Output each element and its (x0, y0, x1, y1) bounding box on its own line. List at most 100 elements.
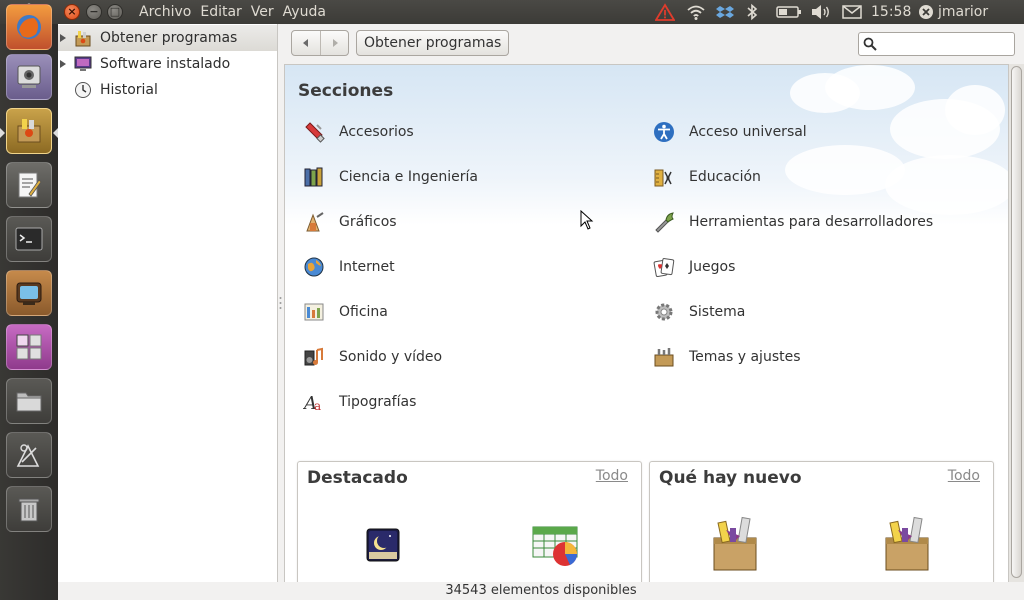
software-package-icon[interactable] (710, 514, 760, 572)
window-minimize-button[interactable]: − (86, 4, 102, 20)
category-accesorios[interactable]: Accesorios (303, 120, 414, 144)
webcam-app-icon[interactable] (6, 54, 52, 100)
category-educacion[interactable]: Educación (653, 165, 761, 189)
top-panel: × − □ Archivo Editar Ver Ayuda 15:58 jma… (0, 0, 1024, 24)
main-content: Secciones Accesorios Ciencia e Ingenierí… (284, 64, 1008, 582)
text-editor-icon[interactable] (6, 162, 52, 208)
sidebar-item-obtener-programas[interactable]: Obtener programas (58, 25, 277, 51)
software-center-icon[interactable] (6, 108, 52, 154)
sidebar-item-label: Historial (100, 82, 158, 98)
category-sonido-y-video[interactable]: Sonido y vídeo (303, 345, 442, 369)
accessibility-icon (654, 122, 674, 142)
trash-icon[interactable] (6, 486, 52, 532)
search-input[interactable] (881, 35, 1013, 55)
category-internet[interactable]: Internet (303, 255, 395, 279)
science-icon (304, 167, 323, 187)
sidebar-item-historial[interactable]: Historial (58, 77, 277, 103)
launcher-active-indicator (0, 128, 5, 138)
window-close-button[interactable]: × (64, 4, 80, 20)
mail-icon[interactable] (842, 0, 862, 24)
category-label: Ciencia e Ingeniería (339, 169, 478, 185)
pane-resize-handle[interactable] (279, 296, 282, 310)
fonts-icon: Aa (303, 393, 321, 413)
expand-arrow-icon[interactable] (60, 60, 66, 68)
workspace-switcher-icon[interactable] (6, 324, 52, 370)
category-temas-y-ajustes[interactable]: Temas y ajustes (653, 345, 801, 369)
session-user-name[interactable]: jmarior (938, 0, 988, 24)
category-label: Internet (339, 259, 395, 275)
games-cards-icon (653, 258, 675, 278)
software-package-icon[interactable] (882, 514, 932, 572)
wifi-icon[interactable] (686, 0, 706, 24)
featured-title: Destacado (307, 468, 408, 488)
category-label: Sonido y vídeo (339, 349, 443, 365)
category-tipografias[interactable]: Aa Tipografías (303, 390, 416, 414)
window-maximize-button[interactable]: □ (107, 4, 123, 20)
whats-new-all-link[interactable]: Todo (948, 468, 980, 484)
terminal-icon[interactable] (6, 216, 52, 262)
sections-title: Secciones (298, 81, 394, 101)
volume-icon[interactable] (810, 0, 832, 24)
back-button[interactable] (292, 31, 320, 55)
category-acceso-universal[interactable]: Acceso universal (653, 120, 807, 144)
menu-ver[interactable]: Ver (251, 0, 274, 24)
media-player-icon[interactable] (6, 270, 52, 316)
svg-text:a: a (314, 399, 321, 413)
sidebar-item-label: Software instalado (100, 56, 231, 72)
themes-settings-icon (654, 348, 674, 367)
files-icon[interactable] (6, 378, 52, 424)
software-center-icon (75, 31, 91, 47)
scrollbar-thumb[interactable] (1011, 66, 1022, 578)
spreadsheet-app-icon[interactable] (532, 526, 582, 568)
category-juegos[interactable]: Juegos (653, 255, 735, 279)
back-arrow-icon (303, 39, 308, 47)
clock[interactable]: 15:58 (871, 0, 911, 24)
category-label: Herramientas para desarrolladores (689, 214, 934, 230)
category-label: Educación (689, 169, 761, 185)
category-label: Juegos (689, 259, 736, 275)
forward-button[interactable] (321, 31, 349, 55)
featured-all-link[interactable]: Todo (596, 468, 628, 484)
dropbox-icon[interactable] (716, 0, 734, 24)
sound-video-icon (304, 347, 323, 366)
internet-globe-icon (304, 257, 324, 277)
search-icon (863, 37, 877, 51)
bluetooth-icon[interactable] (745, 0, 759, 24)
category-oficina[interactable]: Oficina (303, 300, 388, 324)
mouse-pointer-icon (580, 210, 594, 230)
monitor-icon (74, 56, 92, 71)
battery-icon[interactable] (776, 0, 802, 24)
category-ciencia-e-ingenieria[interactable]: Ciencia e Ingeniería (303, 165, 478, 189)
category-label: Acceso universal (689, 124, 807, 140)
firefox-icon[interactable] (6, 4, 52, 50)
whats-new-title: Qué hay nuevo (659, 468, 802, 488)
toolbar: Obtener programas (284, 24, 1024, 64)
vertical-scrollbar[interactable] (1008, 64, 1024, 582)
stellarium-app-icon[interactable] (366, 528, 400, 562)
session-user-icon[interactable] (917, 0, 935, 24)
menu-bar: Archivo Editar Ver Ayuda (139, 0, 335, 24)
warning-icon[interactable] (654, 0, 676, 24)
menu-ayuda[interactable]: Ayuda (283, 0, 326, 24)
breadcrumb[interactable]: Obtener programas (356, 30, 510, 56)
menu-archivo[interactable]: Archivo (139, 0, 191, 24)
clock-icon (75, 82, 91, 98)
category-label: Gráficos (339, 214, 397, 230)
search-box[interactable] (858, 32, 1015, 56)
category-sistema[interactable]: Sistema (653, 300, 745, 324)
category-graficos[interactable]: Gráficos (303, 210, 397, 234)
sky-banner (285, 65, 1008, 225)
category-label: Tipografías (339, 394, 417, 410)
category-label: Sistema (689, 304, 746, 320)
status-bar: 34543 elementos disponibles (58, 582, 1024, 600)
workspaces-tool-icon[interactable] (6, 432, 52, 478)
category-label: Temas y ajustes (689, 349, 801, 365)
sidebar-item-software-instalado[interactable]: Software instalado (58, 51, 277, 77)
expand-arrow-icon[interactable] (60, 34, 66, 42)
system-gear-icon (655, 303, 673, 321)
category-label: Oficina (339, 304, 388, 320)
menu-editar[interactable]: Editar (200, 0, 241, 24)
category-herramientas-para-desarrolladores[interactable]: Herramientas para desarrolladores (653, 210, 933, 234)
accessories-icon (305, 122, 325, 143)
education-icon (654, 169, 672, 187)
